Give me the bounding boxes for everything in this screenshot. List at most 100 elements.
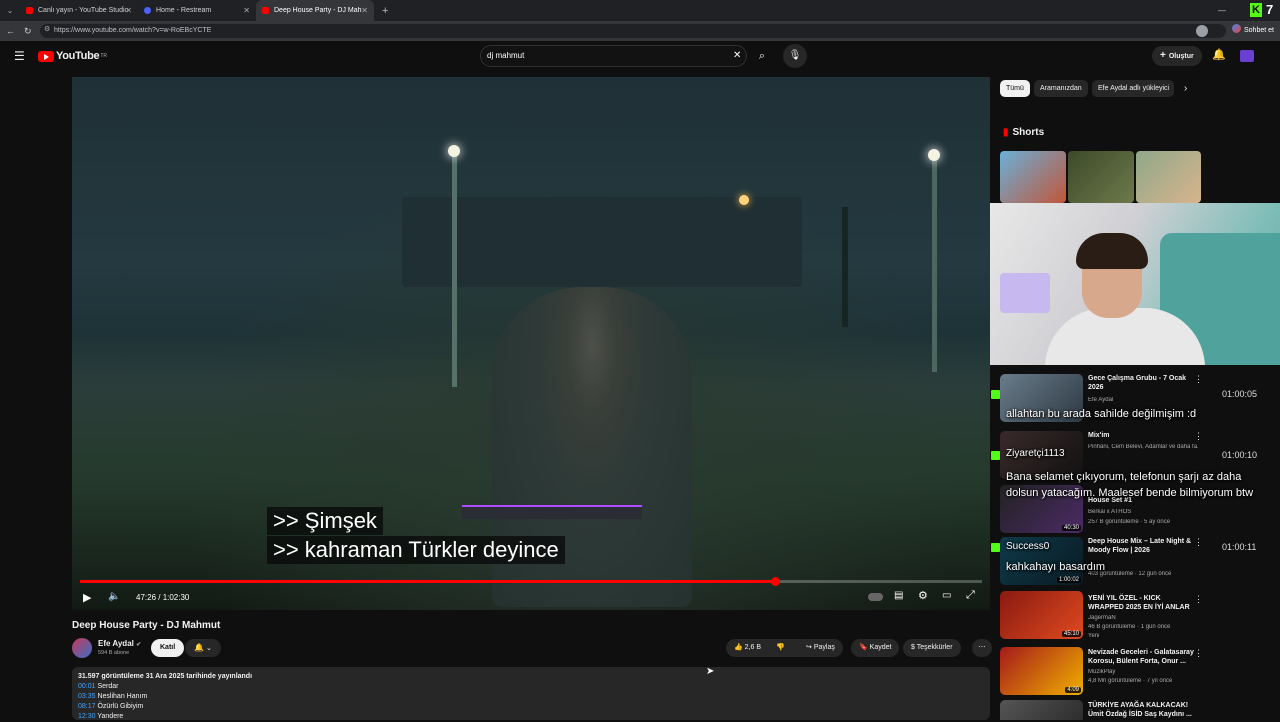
dj-controller [462,505,642,519]
subtitles-icon[interactable]: ▤ [894,590,903,601]
chip-next-icon[interactable]: › [1184,83,1187,94]
miniplayer-icon[interactable]: ▭ [942,590,951,601]
thanks-button[interactable]: $ Teşekkürler [903,639,961,657]
chip-from-search[interactable]: Aramanızdan [1034,80,1088,97]
webcam-overlay [990,203,1280,365]
video-thumbnail: 45:10 [1000,591,1083,639]
tab-deep-house-party[interactable]: Deep House Party - DJ Mahmut✕ [256,0,374,21]
views-and-date: 31.597 görüntüleme 31 Ara 2025 tarihinde… [78,673,253,680]
video-thumbnail: 4:09 [1000,647,1083,695]
notifications-icon[interactable]: 🔔 [1212,48,1226,61]
menu-icon[interactable]: ☰ [14,49,25,63]
share-icon: ↪ [806,644,812,651]
chat-username: Success0 [1006,541,1050,552]
fullscreen-icon[interactable]: ⤢ [966,589,975,602]
play-icon[interactable]: ▶ [83,591,91,604]
progress-scrubber[interactable] [770,577,780,586]
shorts-icon: ▮ [1003,127,1009,138]
address-bar: ← ↻ https://www.youtube.com/watch?v=w-Ro… [0,21,1280,41]
subscriber-count: 594 B abone [98,650,130,656]
reload-icon[interactable]: ↻ [24,26,32,37]
more-options-icon[interactable]: ⋮ [1194,374,1203,385]
recommendation-item[interactable]: 45:10 YENİ YIL ÖZEL - KICK WRAPPED 2025 … [1000,591,1210,641]
close-tab-icon[interactable]: ✕ [361,6,368,15]
recommendation-item[interactable]: 4:09 Nevizade Geceleri - Galatasaray Kor… [1000,647,1210,697]
ship-light [739,195,749,205]
chip-all[interactable]: Tümü [1000,80,1030,97]
chat-message: kahkahayı basardım [1006,561,1106,573]
close-tab-icon[interactable]: ✕ [243,6,250,15]
description-box[interactable]: 31.597 görüntüleme 31 Ara 2025 tarihinde… [72,667,990,720]
more-options-icon[interactable]: ⋮ [1194,537,1203,548]
profile-avatar[interactable] [1196,25,1208,37]
tab-search-icon[interactable]: ⌄ [0,6,20,15]
chat-timestamp: 01:00:05 [1222,389,1258,399]
lamp-post [452,147,457,387]
thanks-icon: $ [911,644,915,651]
more-options-icon[interactable]: ⋮ [1194,431,1203,442]
short-thumbnail[interactable] [1068,151,1134,203]
chat-button[interactable]: Sohbet et [1232,24,1274,38]
search-input[interactable]: dj mahmut ✕ [480,45,747,67]
back-icon[interactable]: ← [6,26,15,36]
more-options-icon[interactable]: ⋮ [1194,648,1203,659]
subscribe-bell-button[interactable]: 🔔 ⌄ [185,639,221,657]
progress-fill [80,580,775,583]
video-thumbnail [1000,700,1083,720]
close-tab-icon[interactable]: ✕ [125,6,132,15]
chat-username: Ziyaretçi1113 [1006,448,1065,459]
chevron-down-icon: ⌄ [204,645,212,652]
kick-icon [991,390,1000,399]
verified-icon: ✔ [136,642,142,648]
youtube-favicon-icon [262,7,269,14]
youtube-header: ☰ YouTube TR dj mahmut ✕ ⌕ 🎙 + Oluştur 🔔 [0,41,1280,71]
chapter-item: 12:30 Yandere [78,713,124,720]
lamp-post [932,152,937,372]
dislike-icon[interactable]: 👎 [776,639,785,657]
youtube-logo[interactable]: YouTube TR [38,50,107,62]
microphone-icon[interactable]: 🎙 [783,44,807,68]
join-button[interactable]: Katıl [151,639,185,657]
share-button[interactable]: ↪ Paylaş [798,639,843,657]
kick-icon: K [1250,3,1262,17]
chat-timestamp: 01:00:11 [1222,542,1257,552]
tab-restream[interactable]: Home - Restream ✕ [138,0,256,21]
youtube-favicon-icon [26,7,33,14]
recommendation-item[interactable]: TÜRKİYE AYAĞA KALKACAK! Ümit Özdağ İSİD … [1000,700,1210,720]
video-player[interactable] [72,77,990,610]
lamp-light [448,145,460,157]
search-icon[interactable]: ⌕ [752,46,772,66]
browser-tabbar: ⌄ Canlı yayın - YouTube Studio ✕ Home - R… [0,0,1280,21]
ship-silhouette [402,197,802,287]
streamer-hair [1076,233,1148,269]
bell-icon: 🔔 [194,643,205,652]
chip-uploader[interactable]: Efe Aydal adlı yükleyici [1092,80,1174,97]
volume-icon[interactable]: 🔈 [108,591,120,602]
tab-youtube-studio[interactable]: Canlı yayın - YouTube Studio ✕ [20,0,138,21]
create-button[interactable]: + Oluştur [1152,46,1202,66]
lamp-light [928,149,940,161]
tune-icon: ⚙ [44,26,51,33]
account-avatar[interactable] [1240,50,1254,62]
settings-icon[interactable]: ⚙ [918,589,928,602]
short-thumbnail[interactable] [1136,151,1201,203]
new-badge: Yeni [1088,633,1100,639]
short-thumbnail[interactable] [1000,151,1066,203]
more-options-icon[interactable]: ⋮ [1194,594,1203,605]
autoplay-toggle[interactable] [868,593,883,601]
chat-message: Bana selamet çıkıyorum, telefonun şarjı … [1006,471,1254,499]
restream-favicon-icon [144,7,151,14]
video-progress-bar[interactable] [80,580,982,583]
time-display: 47:26 / 1:02:30 [136,593,190,602]
clear-search-icon[interactable]: ✕ [733,46,741,66]
more-actions-button[interactable]: ⋯ [972,639,992,657]
url-field[interactable]: https://www.youtube.com/watch?v=w-RoEBcY… [40,24,1226,38]
kick-icon [991,543,1000,552]
chapter-item: 08:17 Özürlü Gibiyim [78,703,144,710]
new-tab-icon[interactable]: + [382,5,388,17]
save-button[interactable]: 🔖 Kaydet [851,639,900,657]
palm-tree [842,207,848,327]
channel-avatar[interactable] [72,638,92,658]
channel-name[interactable]: Efe Aydal ✔ [98,639,141,648]
window-minimize-icon[interactable]: — [1218,6,1226,15]
